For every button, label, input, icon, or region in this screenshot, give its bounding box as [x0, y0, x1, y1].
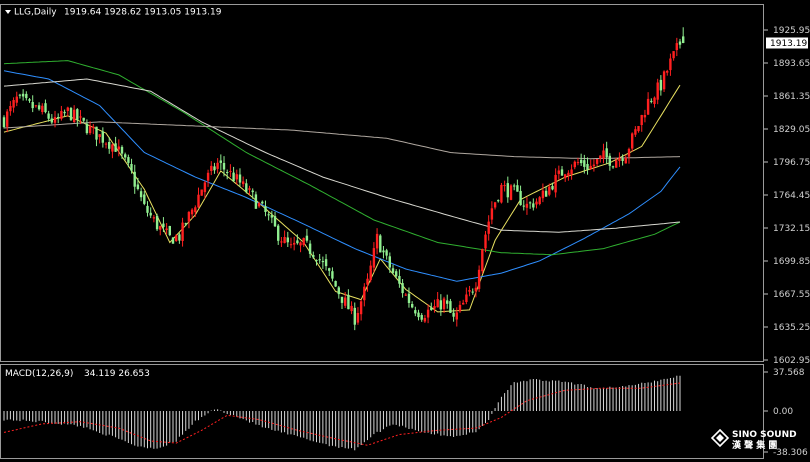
macd-values: 34.119 26.653 — [84, 369, 150, 379]
logo-text-en: SINO SOUND — [732, 430, 797, 440]
macd-label: MACD(12,26,9) — [5, 369, 73, 379]
price-tick-label: 1667.55 — [773, 290, 810, 300]
price-tick-label: 1861.35 — [773, 92, 810, 102]
price-tick-label: 1925.95 — [773, 26, 810, 36]
ohlc-values: 1919.64 1928.62 1913.05 1913.19 — [64, 8, 222, 18]
candle — [662, 70, 666, 93]
macd-tick-label: 37.568 — [773, 368, 805, 378]
candle — [168, 225, 171, 237]
candle — [509, 184, 513, 201]
candle — [155, 213, 159, 232]
logo-text-cn: 漢 聲 集 團 — [732, 439, 777, 451]
price-tick-label: 1699.85 — [773, 257, 810, 267]
price-tick-label: 1796.75 — [773, 158, 810, 168]
price-tick-label: 1635.25 — [773, 323, 810, 333]
price-tick-label: 1732.15 — [773, 224, 810, 234]
price-tick-label: 1893.65 — [773, 59, 810, 69]
candle — [500, 182, 503, 204]
candle — [379, 234, 382, 253]
macd-tick-label: -38.306 — [773, 448, 808, 458]
current-price-marker: 1913.19 — [766, 37, 808, 49]
candle — [171, 236, 175, 244]
stock-chart[interactable]: LLG,Daily 1919.64 1928.62 1913.05 1913.1… — [0, 0, 810, 462]
price-tick-label: 1602.95 — [773, 356, 810, 366]
macd-tick-label: 0.00 — [773, 407, 793, 417]
candle — [481, 248, 484, 274]
symbol-label: LLG,Daily — [14, 8, 57, 18]
current-price-label: 1913.19 — [770, 39, 807, 49]
candle — [334, 280, 337, 288]
candle — [200, 189, 203, 196]
price-tick-label: 1764.45 — [773, 191, 810, 201]
candle — [538, 196, 541, 206]
price-tick-label: 1829.05 — [773, 125, 810, 135]
candle — [69, 106, 73, 121]
